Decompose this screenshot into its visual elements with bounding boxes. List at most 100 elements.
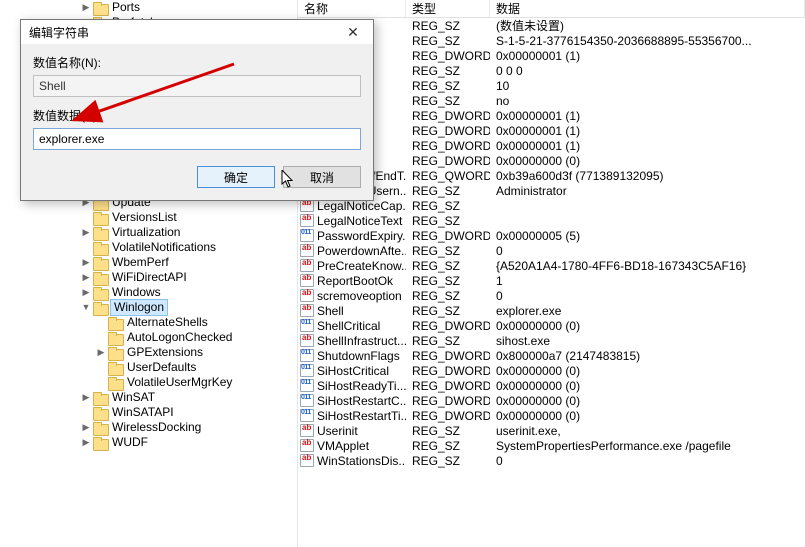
registry-value-row[interactable]: Lo...REG_DWORD0x00000000 (0) <box>298 153 805 168</box>
chevron-down-icon[interactable]: ▼ <box>80 300 92 315</box>
tree-item[interactable]: VersionsList <box>0 210 297 225</box>
registry-value-row[interactable]: SiHostCriticalREG_DWORD0x00000000 (0) <box>298 363 805 378</box>
registry-value-row[interactable]: IDREG_SZS-1-5-21-3776154350-2036688895-5… <box>298 33 805 48</box>
chevron-right-icon[interactable]: ▶ <box>80 225 92 240</box>
cancel-button[interactable]: 取消 <box>283 166 361 188</box>
tree-item[interactable]: AutoLogonChecked <box>0 330 297 345</box>
tree-item-label: WinSAT <box>110 390 157 405</box>
tree-item[interactable]: VolatileNotifications <box>0 240 297 255</box>
chevron-right-icon[interactable]: ▶ <box>80 255 92 270</box>
registry-value-row[interactable]: ...REG_SZ0 0 0 <box>298 63 805 78</box>
registry-value-row[interactable]: SiHostRestartC...REG_DWORD0x00000000 (0) <box>298 393 805 408</box>
chevron-right-icon[interactable]: ▶ <box>80 420 92 435</box>
tree-item-label: VolatileUserMgrKey <box>125 375 234 390</box>
registry-value-row[interactable]: ShellREG_SZexplorer.exe <box>298 303 805 318</box>
registry-value-row[interactable]: UserinitREG_SZuserinit.exe, <box>298 423 805 438</box>
values-list[interactable]: REG_SZ(数值未设置)IDREG_SZS-1-5-21-3776154350… <box>298 18 805 468</box>
registry-value-row[interactable]: LegalNoticeTextREG_SZ <box>298 213 805 228</box>
tree-item[interactable]: ▶ WUDF <box>0 435 297 450</box>
dialog-titlebar[interactable]: 编辑字符串 ✕ <box>21 20 373 44</box>
registry-value-row[interactable]: scremoveoptionREG_SZ0 <box>298 288 805 303</box>
string-value-icon <box>300 304 314 317</box>
chevron-right-icon[interactable]: ▶ <box>80 0 92 15</box>
value-type: REG_DWORD <box>406 319 490 333</box>
string-value-icon <box>300 214 314 227</box>
tree-item-label: UserDefaults <box>125 360 198 375</box>
tree-item-label: Winlogon <box>110 299 168 316</box>
binary-value-icon <box>300 229 314 242</box>
ok-button[interactable]: 确定 <box>197 166 275 188</box>
registry-value-row[interactable]: But...REG_DWORD0x00000001 (1) <box>298 108 805 123</box>
folder-icon <box>108 332 122 344</box>
binary-value-icon <box>300 394 314 407</box>
tree-item-label: WUDF <box>110 435 150 450</box>
registry-value-row[interactable]: ShutdownFlagsREG_DWORD0x800000a7 (214748… <box>298 348 805 363</box>
tree-item-label: WinSATAPI <box>110 405 176 420</box>
value-name: SiHostCritical <box>317 364 389 378</box>
chevron-right-icon[interactable]: ▶ <box>95 345 107 360</box>
chevron-right-icon[interactable]: ▶ <box>80 285 92 300</box>
tree-item[interactable]: ▶ WinSAT <box>0 390 297 405</box>
scrollbar[interactable] <box>795 18 805 547</box>
registry-value-row[interactable]: SiHostReadyTi...REG_DWORD0x00000000 (0) <box>298 378 805 393</box>
tree-item-label: WirelessDocking <box>110 420 203 435</box>
registry-value-row[interactable]: ns...REG_SZ10 <box>298 78 805 93</box>
registry-value-row[interactable]: PasswordExpiry...REG_DWORD0x00000005 (5) <box>298 228 805 243</box>
value-type: REG_DWORD <box>406 154 490 168</box>
tree-item[interactable]: AlternateShells <box>0 315 297 330</box>
registry-value-row[interactable]: LegalNoticeCap...REG_SZ <box>298 198 805 213</box>
registry-value-row[interactable]: Co...REG_SZno <box>298 93 805 108</box>
registry-value-row[interactable]: ReportBootOkREG_SZ1 <box>298 273 805 288</box>
value-type: REG_DWORD <box>406 349 490 363</box>
tree-item[interactable]: ▶GPExtensions <box>0 345 297 360</box>
chevron-right-icon[interactable]: ▶ <box>80 390 92 405</box>
tree-item[interactable]: UserDefaults <box>0 360 297 375</box>
registry-value-row[interactable]: ShellInfrastruct...REG_SZsihost.exe <box>298 333 805 348</box>
tree-item[interactable]: VolatileUserMgrKey <box>0 375 297 390</box>
value-data: 0x00000000 (0) <box>490 319 805 333</box>
registry-value-row[interactable]: REG_SZ(数值未设置) <box>298 18 805 33</box>
registry-value-row[interactable]: PowerdownAfte...REG_SZ0 <box>298 243 805 258</box>
value-name: WinStationsDis... <box>317 454 406 468</box>
column-header-name[interactable]: 名称 <box>298 0 406 17</box>
registry-value-row[interactable]: VMAppletREG_SZSystemPropertiesPerformanc… <box>298 438 805 453</box>
chevron-right-icon[interactable]: ▶ <box>80 270 92 285</box>
tree-item[interactable]: WinSATAPI <box>0 405 297 420</box>
string-value-icon <box>300 334 314 347</box>
value-name: Shell <box>317 304 344 318</box>
value-data: 0x00000001 (1) <box>490 139 805 153</box>
close-icon[interactable]: ✕ <box>333 20 373 44</box>
registry-value-row[interactable]: SiHostRestartTi...REG_DWORD0x00000000 (0… <box>298 408 805 423</box>
binary-value-icon <box>300 409 314 422</box>
tree-item[interactable]: ▶Windows <box>0 285 297 300</box>
value-data: SystemPropertiesPerformance.exe /pagefil… <box>490 439 805 453</box>
registry-value-row[interactable]: LastUsedUsern...REG_SZAdministrator <box>298 183 805 198</box>
column-header-type[interactable]: 类型 <box>406 0 490 17</box>
value-data: 10 <box>490 79 805 93</box>
tree-item[interactable]: ▶Virtualization <box>0 225 297 240</box>
value-type: REG_SZ <box>406 454 490 468</box>
registry-value-row[interactable]: ShellCriticalREG_DWORD0x00000000 (0) <box>298 318 805 333</box>
value-data: no <box>490 94 805 108</box>
registry-value-row[interactable]: PreCreateKnow...REG_SZ{A520A1A4-1780-4FF… <box>298 258 805 273</box>
value-type: REG_SZ <box>406 79 490 93</box>
value-data: 0x00000000 (0) <box>490 379 805 393</box>
tree-item[interactable]: ▶Ports <box>0 0 297 15</box>
binary-value-icon <box>300 364 314 377</box>
registry-value-row[interactable]: WinStationsDis...REG_SZ0 <box>298 453 805 468</box>
chevron-right-icon[interactable]: ▶ <box>80 435 92 450</box>
value-data: S-1-5-21-3776154350-2036688895-55356700.… <box>490 34 805 48</box>
registry-value-row[interactable]: ...REG_DWORD0x00000001 (1) <box>298 48 805 63</box>
registry-value-row[interactable]: tin...REG_DWORD0x00000001 (1) <box>298 138 805 153</box>
column-header-data[interactable]: 数据 <box>490 0 805 17</box>
value-type: REG_SZ <box>406 64 490 78</box>
registry-value-row[interactable]: ...REG_DWORD0x00000001 (1) <box>298 123 805 138</box>
registry-value-row[interactable]: LastLogOffEndT...REG_QWORD0xb39a600d3f (… <box>298 168 805 183</box>
value-data-input[interactable] <box>33 128 361 150</box>
tree-item[interactable]: ▶WiFiDirectAPI <box>0 270 297 285</box>
tree-item[interactable]: ▶WbemPerf <box>0 255 297 270</box>
tree-item[interactable]: ▶ WirelessDocking <box>0 420 297 435</box>
binary-value-icon <box>300 319 314 332</box>
tree-item[interactable]: ▼ Winlogon <box>0 300 297 315</box>
value-name: scremoveoption <box>317 289 402 303</box>
